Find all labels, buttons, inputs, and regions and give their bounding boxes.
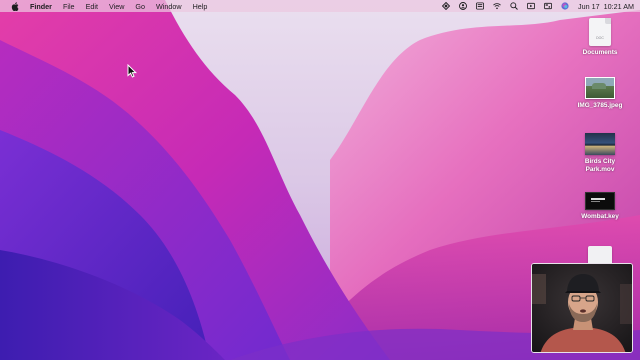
- desktop-icon-documents[interactable]: DOC Documents: [560, 18, 640, 57]
- apple-menu-icon[interactable]: [10, 1, 20, 11]
- user-icon[interactable]: [459, 2, 467, 10]
- document-icon: [588, 246, 612, 264]
- desktop-icon-wombat-key[interactable]: Wombat.key: [560, 192, 640, 221]
- menu-app-finder[interactable]: Finder: [30, 2, 52, 11]
- photo-thumbnail-icon: [585, 77, 615, 99]
- video-record-icon[interactable]: [527, 2, 535, 10]
- document-icon: DOC: [589, 18, 611, 46]
- desktop-icon-untitled-doc[interactable]: [560, 246, 640, 264]
- desktop-icon-label: Wombat.key: [581, 213, 619, 220]
- control-center-icon[interactable]: [544, 2, 552, 10]
- desktop-icon-label: IMG_3785.jpeg: [577, 102, 623, 109]
- clock-date: Jun 17: [578, 1, 600, 11]
- webcam-overlay: [531, 263, 633, 353]
- keynote-thumbnail-icon: [585, 192, 615, 210]
- menu-window[interactable]: Window: [156, 2, 182, 11]
- keyboard-icon[interactable]: [476, 2, 484, 10]
- document-ext-label: DOC: [596, 36, 604, 40]
- siri-icon[interactable]: [561, 2, 569, 10]
- clock-time: 10:21 AM: [603, 1, 634, 11]
- menu-clock[interactable]: Jun 17 10:21 AM: [578, 2, 634, 11]
- menu-help[interactable]: Help: [193, 2, 208, 11]
- status-menus: Jun 17 10:21 AM: [442, 2, 634, 11]
- menu-file[interactable]: File: [63, 2, 75, 11]
- desktop-icon-img-3785[interactable]: IMG_3785.jpeg: [560, 77, 640, 110]
- desktop-icon-birds-city-park[interactable]: Birds City Park.mov: [560, 133, 640, 174]
- desktop-icon-label: Birds City Park.mov: [584, 158, 616, 173]
- wifi-icon[interactable]: [493, 2, 501, 10]
- menu-go[interactable]: Go: [135, 2, 145, 11]
- video-thumbnail-icon: [585, 133, 615, 155]
- desktop-icon-label: Documents: [582, 49, 618, 56]
- menu-bar: Finder File Edit View Go Window Help Jun…: [0, 0, 640, 12]
- mouse-pointer-icon: [127, 63, 138, 83]
- screen-share-icon[interactable]: [442, 2, 451, 10]
- menu-edit[interactable]: Edit: [86, 2, 98, 11]
- search-icon[interactable]: [510, 2, 518, 10]
- menu-view[interactable]: View: [109, 2, 124, 11]
